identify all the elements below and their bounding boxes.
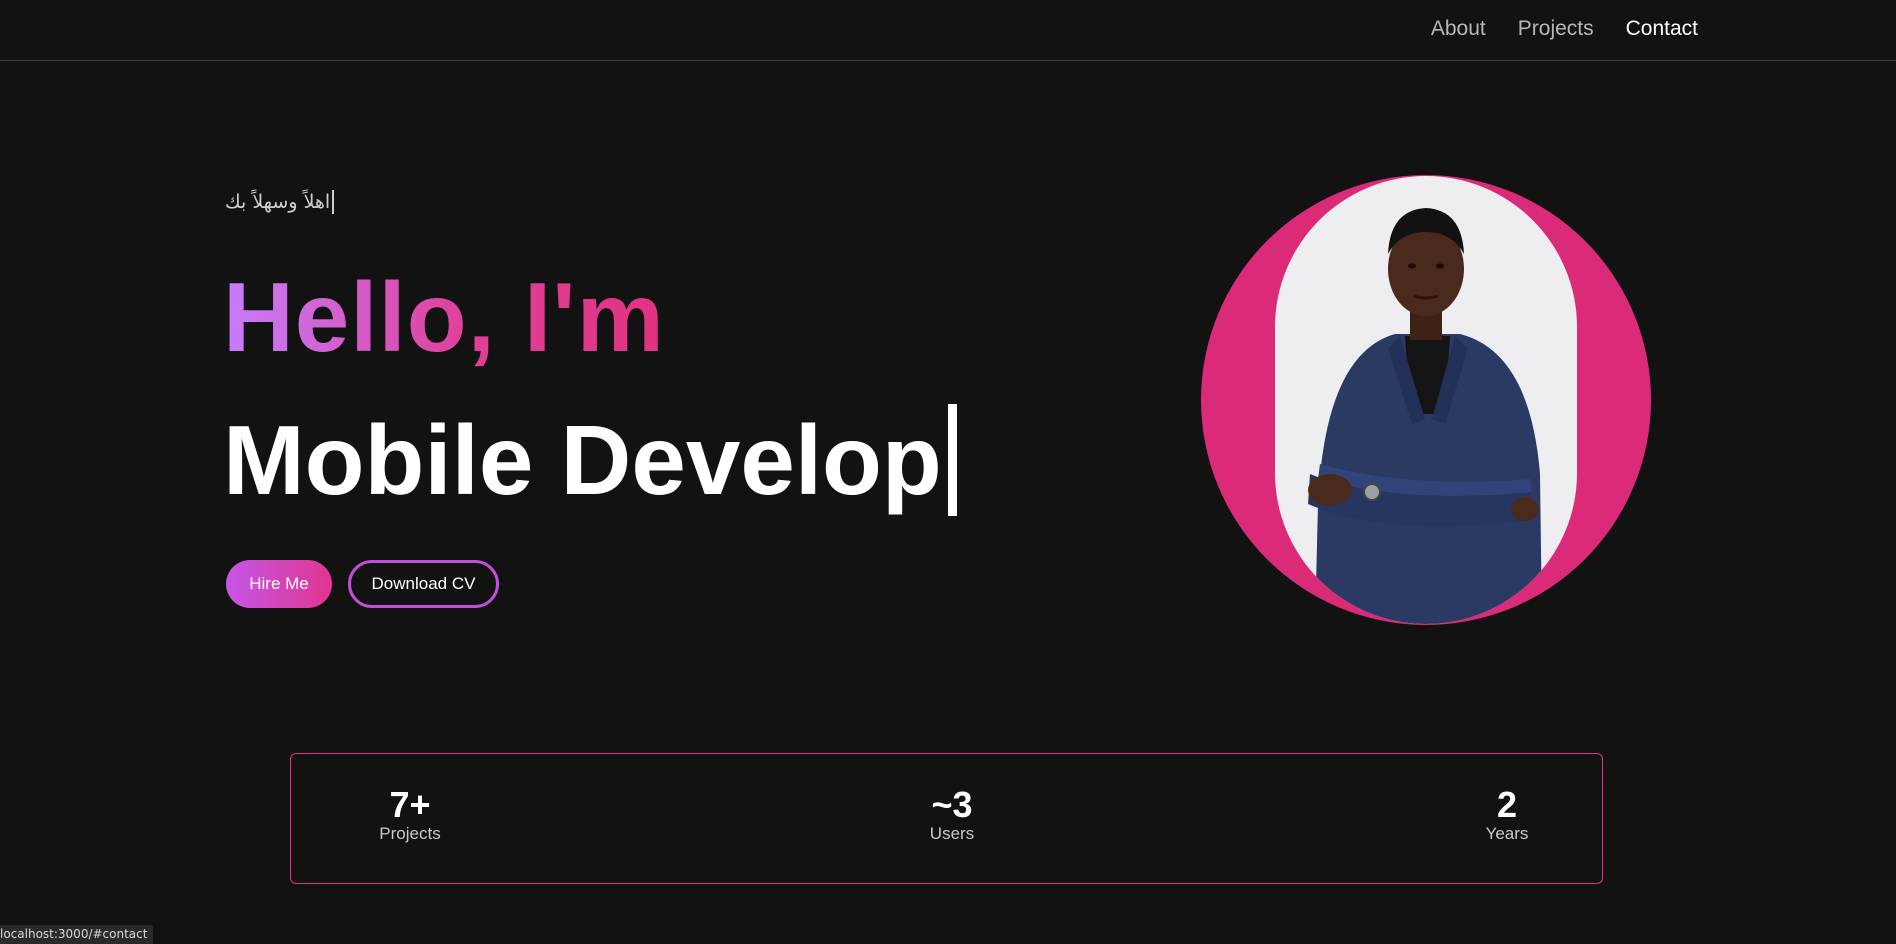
nav-link-contact[interactable]: Contact (1626, 17, 1698, 41)
nav-link-projects[interactable]: Projects (1518, 17, 1594, 41)
stat-value: 7+ (389, 784, 431, 825)
hero-buttons: Hire Me Download CV (226, 560, 499, 608)
nav-link-about[interactable]: About (1431, 17, 1486, 41)
role-typing-caret (947, 404, 957, 516)
profile-avatar (1200, 174, 1652, 626)
hero-greeting: اهلاً وسهلاً بك (225, 190, 335, 214)
stat-years: 2 Years (1477, 786, 1537, 844)
stat-label: Projects (379, 824, 441, 843)
hire-me-button[interactable]: Hire Me (226, 560, 332, 608)
profile-photo-illustration (1201, 175, 1651, 625)
stat-label: Years (1485, 824, 1529, 843)
stat-value: 2 (1496, 784, 1518, 825)
stat-projects: 7+ Projects (369, 786, 451, 844)
role-text: Mobile Develop (223, 405, 942, 515)
stat-users: ~3 Users (922, 786, 982, 844)
stats-panel: 7+ Projects ~3 Users 2 Years (290, 753, 1603, 884)
hero-hello-heading: Hello, I'm (223, 262, 665, 372)
navbar: About Projects Contact (0, 0, 1896, 61)
greeting-caret (332, 190, 335, 214)
nav-links: About Projects Contact (1431, 17, 1698, 41)
hero-role-heading: Mobile Develop (223, 404, 957, 516)
stat-label: Users (929, 824, 975, 843)
download-cv-button[interactable]: Download CV (348, 560, 499, 608)
stat-value: ~3 (931, 784, 973, 825)
greeting-text: اهلاً وسهلاً بك (225, 191, 331, 213)
browser-status-url: localhost:3000/#contact (0, 925, 154, 944)
